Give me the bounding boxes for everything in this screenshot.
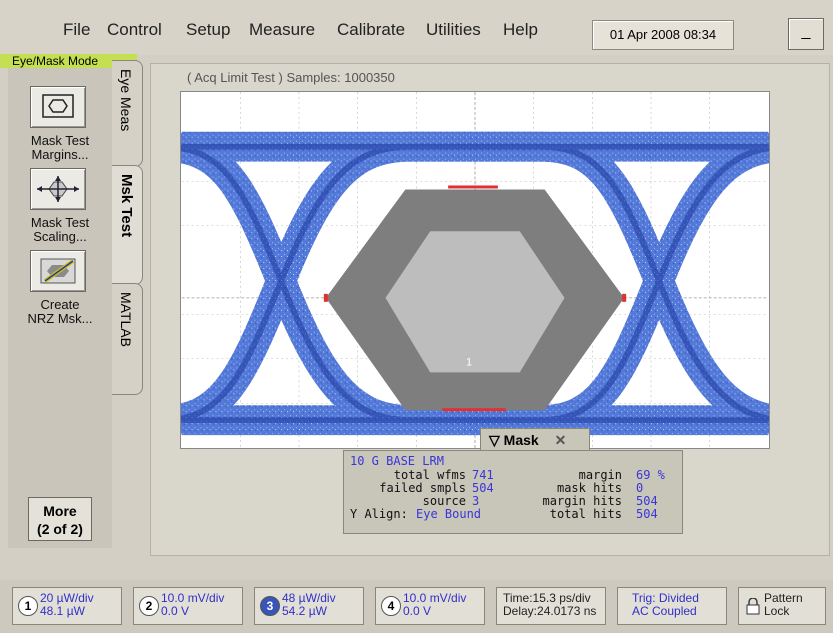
menu-calibrate[interactable]: Calibrate xyxy=(337,20,405,40)
tab-matlab[interactable]: MATLAB xyxy=(112,283,143,395)
mask-test-margins-button[interactable] xyxy=(30,86,86,128)
menu-measure[interactable]: Measure xyxy=(249,20,315,40)
menu-file[interactable]: File xyxy=(63,20,90,40)
mask-margins-icon xyxy=(42,94,74,118)
channel-4-offset: 0.0 V xyxy=(403,604,432,618)
channel-2-offset: 0.0 V xyxy=(161,604,190,618)
left-tool-panel: Mask Test Margins... Mask Test Scaling..… xyxy=(8,68,112,548)
tab-eye-meas-label: Eye Meas xyxy=(118,69,134,132)
timebase-button[interactable]: Time:15.3 ps/div Delay:24.0173 ns xyxy=(496,587,606,625)
channel-2-button[interactable]: 2 10.0 mV/div 0.0 V xyxy=(133,587,243,625)
trigger-button[interactable]: Trig: Divided AC Coupled xyxy=(617,587,727,625)
minimize-button[interactable]: _ xyxy=(788,18,824,50)
mask-test-scaling-button[interactable] xyxy=(30,168,86,210)
tab-matlab-label: MATLAB xyxy=(118,292,134,347)
trigger-coupling: AC Coupled xyxy=(632,604,697,618)
pattern-lock-button[interactable]: Pattern Lock xyxy=(738,587,826,625)
mask-margins-label-1: Mask Test xyxy=(30,133,90,148)
pattern-lock-label: Pattern Lock xyxy=(764,592,803,618)
channel-3-button[interactable]: 3 48 µW/div 54.2 µW xyxy=(254,587,364,625)
tab-msk-test-label: Msk Test xyxy=(118,174,135,238)
create-nrz-mask-button[interactable] xyxy=(30,250,86,292)
menu-control[interactable]: Control xyxy=(107,20,162,40)
mask-results-panel: 10 G BASE LRM total wfms 741 failed smpl… xyxy=(343,450,683,534)
tab-eye-meas[interactable]: Eye Meas xyxy=(112,60,143,167)
mask-panel-title: Mask xyxy=(503,432,539,448)
channel-1-button[interactable]: 1 20 µW/div 48.1 µW xyxy=(12,587,122,625)
mask-panel-tab[interactable]: ▽ Mask ✕ xyxy=(480,428,590,451)
channel-1-scale: 20 µW/div 48.1 µW xyxy=(40,592,94,618)
channel-2-scale: 10.0 mV/div 0.0 V xyxy=(161,592,224,618)
channel-3-number: 3 xyxy=(260,596,280,616)
tab-msk-test[interactable]: Msk Test xyxy=(112,165,143,285)
y-align-value: Eye Bound xyxy=(416,507,482,521)
menu-help[interactable]: Help xyxy=(503,20,538,40)
timebase-text: Time:15.3 ps/div Delay:24.0173 ns xyxy=(503,592,596,618)
lock-label: Lock xyxy=(764,604,790,618)
acquisition-status: ( Acq Limit Test ) Samples: 1000350 xyxy=(187,70,395,85)
marker-label: 1 xyxy=(466,356,472,368)
channel-1-offset: 48.1 µW xyxy=(40,604,85,618)
chevron-down-icon: ▽ xyxy=(489,432,500,448)
mask-standard: 10 G BASE LRM xyxy=(350,454,444,468)
channel-3-scale: 48 µW/div 54.2 µW xyxy=(282,592,336,618)
more-button[interactable]: More (2 of 2) xyxy=(28,497,92,541)
trigger-text: Trig: Divided AC Coupled xyxy=(632,592,699,618)
more-page-label: (2 of 2) xyxy=(37,521,83,537)
timebase-delay: Delay:24.0173 ns xyxy=(503,604,597,618)
eye-diagram-display[interactable]: 1 xyxy=(180,91,770,449)
total-hits-value: 504 xyxy=(636,507,658,521)
create-mask-icon xyxy=(40,258,76,284)
more-label: More xyxy=(43,503,77,519)
channel-4-scale: 10.0 mV/div 0.0 V xyxy=(403,592,466,618)
menu-setup[interactable]: Setup xyxy=(186,20,230,40)
mask-scaling-label-1: Mask Test xyxy=(30,215,90,230)
create-nrz-label-2: NRZ Msk... xyxy=(27,311,93,326)
channel-3-offset: 54.2 µW xyxy=(282,604,327,618)
channel-4-number: 4 xyxy=(381,596,401,616)
mask-margins-label-2: Margins... xyxy=(31,147,89,162)
create-nrz-label-1: Create xyxy=(40,297,80,312)
channel-1-number: 1 xyxy=(18,596,38,616)
menu-bar: File Control Setup Measure Calibrate Uti… xyxy=(0,0,833,55)
datetime-display: 01 Apr 2008 08:34 xyxy=(592,20,734,50)
menu-utilities[interactable]: Utilities xyxy=(426,20,481,40)
mask-scaling-label-2: Scaling... xyxy=(33,229,87,244)
total-hits-label: total hits xyxy=(549,507,622,521)
mask-scaling-icon xyxy=(37,176,79,202)
y-align-label: Y Align: xyxy=(350,507,408,521)
channel-2-number: 2 xyxy=(139,596,159,616)
channel-4-button[interactable]: 4 10.0 mV/div 0.0 V xyxy=(375,587,485,625)
lock-icon xyxy=(746,598,760,615)
close-icon[interactable]: ✕ xyxy=(555,432,567,448)
